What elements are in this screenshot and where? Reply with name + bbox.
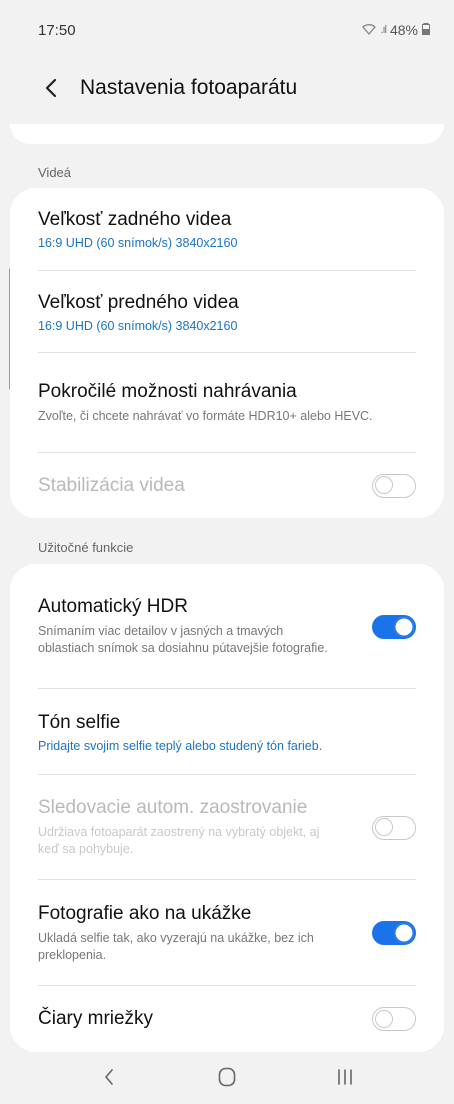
tracking-af-title: Sledovacie autom. zaostrovanie [38, 797, 308, 819]
page-title: Nastavenia fotoaparátu [80, 76, 298, 99]
front-video-size-title: Veľkosť predného videa [38, 291, 239, 313]
auto-hdr-desc: Snímaním viac detailov v jasných a tmavý… [38, 624, 328, 655]
preview-photos-title: Fotografie ako na ukážke [38, 902, 252, 924]
back-button[interactable] [34, 71, 68, 105]
chevron-left-icon [105, 1069, 113, 1085]
preview-photos-item[interactable]: Fotografie ako na ukážke Ukladá selfie t… [10, 880, 444, 986]
front-video-size-item[interactable]: Veľkosť predného videa 16:9 UHD (60 sním… [10, 271, 444, 353]
status-time: 17:50 [38, 21, 76, 39]
selfie-tone-value: Pridajte svojim selfie teplý alebo stude… [38, 738, 323, 753]
video-stabilization-toggle[interactable] [372, 473, 416, 498]
tracking-af-item[interactable]: Sledovacie autom. zaostrovanie Udržiava … [10, 775, 444, 880]
advanced-recording-desc: Zvoľte, či chcete nahrávať vo formáte HD… [38, 409, 373, 424]
system-nav-bar [0, 1050, 454, 1104]
nav-back-button[interactable] [84, 1057, 134, 1097]
signal-icon: .ıl [380, 24, 386, 36]
previous-card-end [10, 124, 444, 144]
preview-photos-toggle[interactable] [372, 921, 416, 945]
nav-home-button[interactable] [202, 1057, 252, 1097]
advanced-recording-item[interactable]: Pokročilé možnosti nahrávania Zvoľte, či… [10, 353, 444, 453]
status-bar: 17:50 .ıl 48% [0, 0, 454, 60]
video-stabilization-item[interactable]: Stabilizácia videa [10, 453, 444, 518]
front-video-size-value: 16:9 UHD (60 snímok/s) 3840x2160 [38, 318, 238, 333]
wifi-icon [362, 22, 377, 38]
preview-photos-desc: Ukladá selfie tak, ako vyzerajú na ukážk… [38, 930, 314, 962]
advanced-recording-title: Pokročilé možnosti nahrávania [38, 381, 297, 403]
app-header: Nastavenia fotoaparátu [0, 62, 454, 114]
chevron-left-icon [45, 78, 57, 98]
battery-level: 48% [389, 22, 418, 38]
status-icons: .ıl 48% [362, 22, 430, 38]
recents-icon [338, 1069, 352, 1085]
grid-lines-title: Čiary mriežky [38, 1008, 154, 1029]
section-label-videos: Videá [38, 165, 72, 180]
video-stabilization-title: Stabilizácia videa [38, 474, 185, 496]
rear-video-size-item[interactable]: Veľkosť zadného videa 16:9 UHD (60 snímo… [10, 188, 444, 271]
selfie-tone-item[interactable]: Tón selfie Pridajte svojim selfie teplý … [10, 689, 444, 775]
battery-icon [422, 22, 430, 38]
grid-lines-toggle[interactable] [372, 1007, 416, 1031]
videos-card: Veľkosť zadného videa 16:9 UHD (60 snímo… [10, 188, 444, 518]
auto-hdr-item[interactable]: Automatický HDR Snímaním viac detailov v… [10, 564, 444, 689]
auto-hdr-toggle[interactable] [372, 614, 416, 639]
auto-hdr-title: Automatický HDR [38, 596, 188, 618]
selfie-tone-title: Tón selfie [38, 711, 121, 733]
nav-recents-button[interactable] [320, 1057, 370, 1097]
grid-lines-item[interactable]: Čiary mriežky [10, 986, 444, 1052]
rear-video-size-value: 16:9 UHD (60 snímok/s) 3840x2160 [38, 236, 238, 250]
tracking-af-desc: Udržiava fotoaparát zaostrený na vybratý… [38, 825, 320, 856]
tracking-af-toggle[interactable] [372, 815, 416, 840]
useful-features-card: Automatický HDR Snímaním viac detailov v… [10, 564, 444, 1052]
section-label-useful: Užitočné funkcie [38, 540, 134, 555]
home-icon [218, 1067, 236, 1087]
rear-video-size-title: Veľkosť zadného videa [38, 209, 232, 230]
